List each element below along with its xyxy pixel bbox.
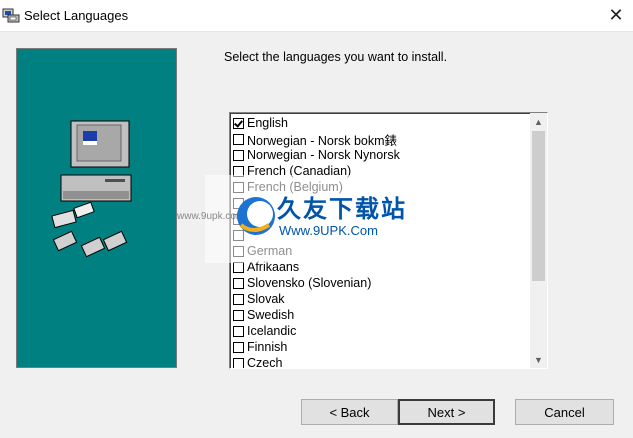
checkbox[interactable] bbox=[233, 341, 244, 353]
language-item[interactable]: Czech bbox=[233, 355, 529, 369]
checkbox[interactable] bbox=[233, 309, 244, 321]
checkbox[interactable] bbox=[233, 149, 244, 161]
vertical-scrollbar[interactable]: ▲ ▼ bbox=[530, 113, 547, 368]
language-item[interactable]: French (Canadian) bbox=[233, 163, 529, 179]
language-item[interactable]: Slovak bbox=[233, 291, 529, 307]
language-item[interactable]: Swedish bbox=[233, 307, 529, 323]
language-label: English bbox=[247, 116, 288, 130]
language-list[interactable]: English Norwegian - Norsk bokm錶 Norwegian … bbox=[229, 112, 548, 369]
language-label: Czech bbox=[247, 356, 283, 369]
language-label: Norwegian - Norsk Nynorsk bbox=[247, 148, 400, 162]
checkbox[interactable] bbox=[233, 181, 244, 193]
language-item[interactable]: Slovensko (Slovenian) bbox=[233, 275, 529, 291]
checkbox[interactable] bbox=[233, 213, 244, 225]
language-label: German bbox=[247, 244, 293, 258]
language-label: Finnish bbox=[247, 340, 288, 354]
back-button[interactable]: < Back bbox=[301, 399, 398, 425]
language-items: English Norwegian - Norsk bokm錶 Norwegian … bbox=[233, 115, 529, 369]
scroll-thumb[interactable] bbox=[532, 131, 545, 281]
cancel-button[interactable]: Cancel bbox=[515, 399, 614, 425]
language-label: Icelandic bbox=[247, 324, 297, 338]
language-item[interactable]: Finnish bbox=[233, 339, 529, 355]
window-title: Select Languages bbox=[24, 8, 129, 23]
checkbox[interactable] bbox=[233, 277, 244, 289]
language-item[interactable]: Afrikaans bbox=[233, 259, 529, 275]
checkbox[interactable] bbox=[233, 229, 244, 241]
language-item[interactable] bbox=[233, 227, 529, 243]
checkbox[interactable] bbox=[233, 117, 244, 129]
checkbox[interactable] bbox=[233, 261, 244, 273]
scroll-up-arrow-icon[interactable]: ▲ bbox=[530, 113, 547, 130]
instruction-text: Select the languages you want to install… bbox=[224, 50, 448, 64]
language-label: Swedish bbox=[247, 308, 295, 322]
checkbox[interactable] bbox=[233, 245, 244, 257]
language-item[interactable] bbox=[233, 211, 529, 227]
checkbox[interactable] bbox=[233, 165, 244, 177]
close-button[interactable]: ✕ bbox=[599, 0, 633, 31]
scroll-down-arrow-icon[interactable]: ▼ bbox=[530, 351, 547, 368]
language-item[interactable]: Icelandic bbox=[233, 323, 529, 339]
language-label: Slovak bbox=[247, 292, 285, 306]
checkbox[interactable] bbox=[233, 293, 244, 305]
language-label: Slovensko (Slovenian) bbox=[247, 276, 372, 290]
language-item[interactable]: Norwegian - Norsk bokm錶 bbox=[233, 131, 529, 148]
computer-install-illustration bbox=[51, 120, 132, 258]
next-button[interactable]: Next > bbox=[398, 399, 495, 425]
checkbox[interactable] bbox=[233, 325, 244, 337]
checkbox[interactable] bbox=[233, 133, 244, 145]
checkbox[interactable] bbox=[233, 197, 244, 209]
side-illustration-panel bbox=[16, 48, 177, 368]
language-item[interactable]: Norwegian - Norsk Nynorsk bbox=[233, 147, 529, 163]
language-item[interactable]: German bbox=[233, 243, 529, 259]
close-icon: ✕ bbox=[608, 5, 624, 25]
language-label: French (Belgium) bbox=[247, 180, 343, 194]
language-label: Norwegian - Norsk bokm錶 bbox=[247, 133, 398, 148]
title-bar: Select Languages ✕ bbox=[0, 0, 633, 32]
setup-app-icon bbox=[2, 8, 20, 23]
checkbox[interactable] bbox=[233, 357, 244, 368]
language-label: French (Canadian) bbox=[247, 164, 352, 178]
language-label: Afrikaans bbox=[247, 260, 300, 274]
language-item[interactable] bbox=[233, 195, 529, 211]
language-item[interactable]: French (Belgium) bbox=[233, 179, 529, 195]
